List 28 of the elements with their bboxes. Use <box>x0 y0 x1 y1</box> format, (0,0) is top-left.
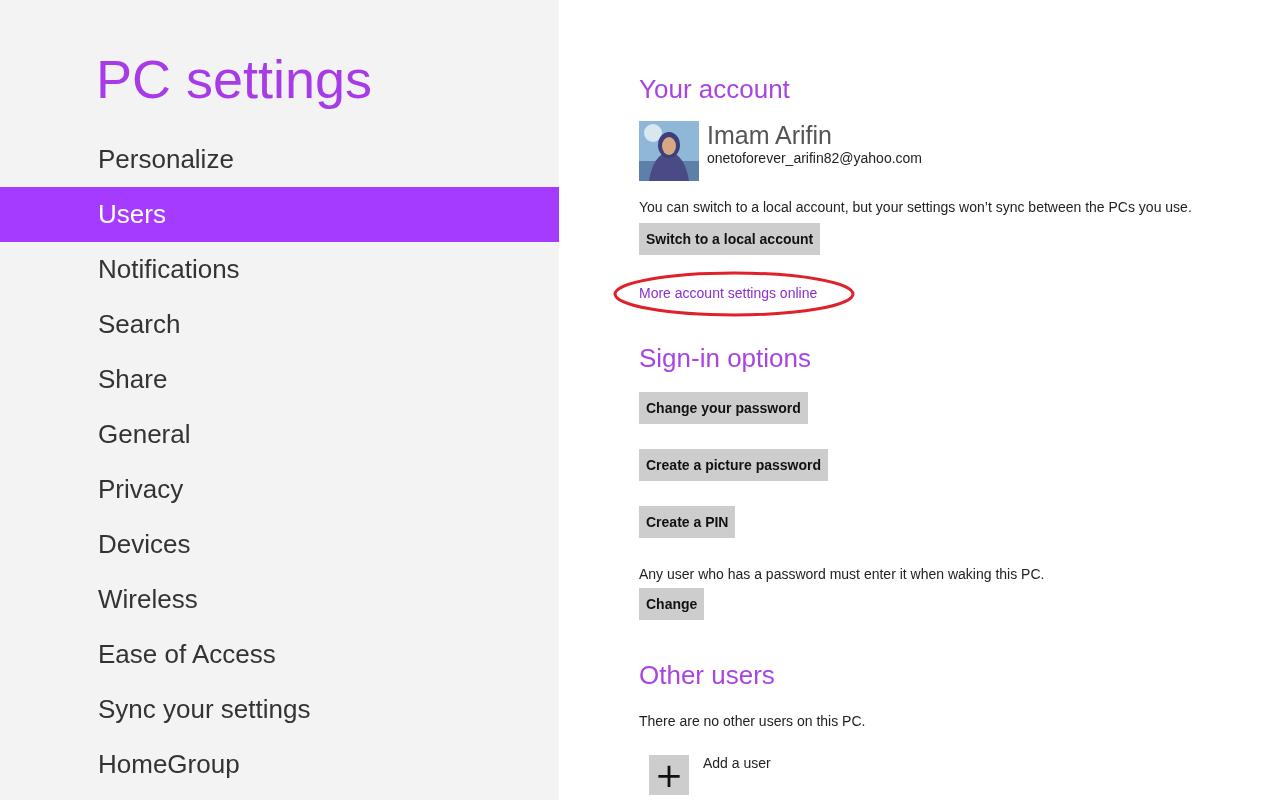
settings-category[interactable]: General <box>0 407 559 462</box>
section-heading: Your account <box>639 74 790 105</box>
settings-category[interactable]: Ease of Access <box>0 627 559 682</box>
other-users-note: There are no other users on this PC. <box>639 713 866 729</box>
settings-category[interactable]: Personalize <box>0 132 559 187</box>
settings-category[interactable]: Privacy <box>0 462 559 517</box>
change-button[interactable]: Change <box>639 588 705 620</box>
settings-category[interactable]: Notifications <box>0 242 559 297</box>
account-note: You can switch to a local account, but your settings won’t sync between the PCs you use. <box>639 199 1192 215</box>
section-heading: Other users <box>639 660 775 691</box>
settings-category[interactable]: Users <box>0 187 559 242</box>
settings-category[interactable]: Devices <box>0 517 559 572</box>
settings-category[interactable]: HomeGroup <box>0 737 559 792</box>
settings-category[interactable]: Share <box>0 352 559 407</box>
user-email: onetoforever_arifin82@yahoo.com <box>707 150 922 166</box>
settings-category[interactable]: Sync your settings <box>0 682 559 737</box>
settings-category[interactable]: Search <box>0 297 559 352</box>
add-user-button[interactable]: + <box>649 755 689 795</box>
sign-in-button[interactable]: Change your password <box>639 392 808 424</box>
sign-in-button[interactable]: Create a PIN <box>639 506 736 538</box>
sign-in-button[interactable]: Create a picture password <box>639 449 829 481</box>
add-user-label: Add a user <box>703 755 771 771</box>
password-note: Any user who has a password must enter it when waking this PC. <box>639 566 1045 582</box>
settings-title: PC settings <box>95 48 374 111</box>
user-name: Imam Arifin <box>707 121 834 150</box>
section-heading: Sign-in options <box>639 343 811 374</box>
switch-account-button[interactable]: Switch to a local account <box>639 223 821 255</box>
settings-category[interactable]: Wireless <box>0 572 559 627</box>
